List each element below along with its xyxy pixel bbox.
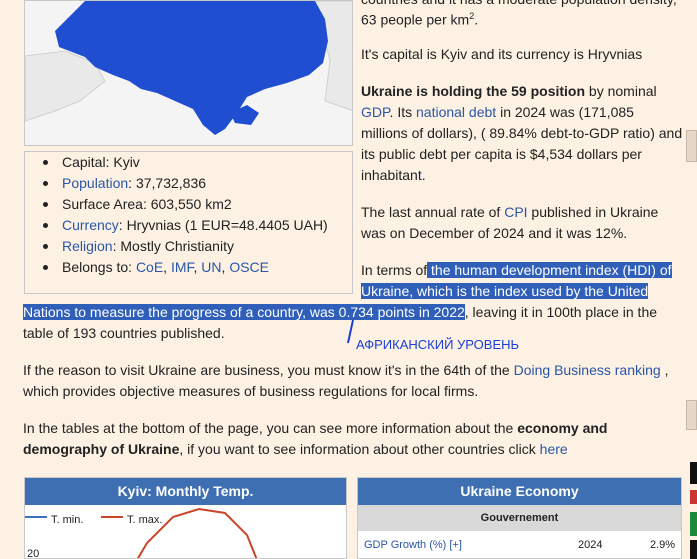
- national-debt-link[interactable]: national debt: [416, 104, 496, 120]
- side-flag-red: [690, 490, 697, 504]
- capital-paragraph: It's capital is Kyiv and its currency is…: [361, 46, 643, 62]
- gdp-growth-link[interactable]: GDP Growth (%) [+]: [364, 538, 462, 552]
- hdi-line-3: Nations to measure the progress of a cou…: [23, 304, 658, 320]
- legend-tmin-label: T. min.: [51, 514, 84, 526]
- gdp-link[interactable]: GDP: [361, 104, 390, 120]
- gdp-growth-year: 2024: [578, 539, 603, 551]
- side-flag-black-2: [690, 540, 697, 559]
- hdi-line-4: table of 193 countries published.: [23, 325, 225, 341]
- intro-line-b: 63 people per km2.: [361, 11, 479, 28]
- gdp-line-5: inhabitant.: [361, 167, 426, 183]
- hdi-line-2: Ukraine, which is the index used by the …: [361, 283, 649, 299]
- hdi-line-1: In terms of the human development index …: [361, 262, 672, 278]
- population-link[interactable]: Population: [62, 175, 128, 191]
- fact-capital: Capital: Kyiv: [33, 152, 140, 173]
- un-link[interactable]: UN: [201, 259, 221, 275]
- fact-surface-area: Surface Area: 603,550 km2: [33, 194, 232, 215]
- osce-link[interactable]: OSCE: [229, 259, 269, 275]
- y-tick-label: 20: [27, 548, 40, 559]
- business-line-1: If the reason to visit Ukraine are busin…: [23, 362, 669, 378]
- right-edge-strip: [684, 0, 697, 559]
- doing-business-link[interactable]: Doing Business ranking: [514, 362, 661, 378]
- tables-line-1: In the tables at the bottom of the page,…: [23, 420, 608, 436]
- annotation-text: АФРИКАНСКИЙ УРОВЕНЬ: [356, 337, 520, 352]
- religion-link[interactable]: Religion: [62, 238, 113, 254]
- gdp-line-3: millions of dollars), ( 89.84% debt-to-G…: [361, 125, 683, 141]
- side-tab-1[interactable]: [686, 130, 697, 162]
- side-flag-green: [690, 512, 697, 536]
- cpi-line-1: The last annual rate of CPI published in…: [361, 204, 659, 220]
- country-facts-box: Capital: Kyiv Population: 37,732,836 Sur…: [24, 151, 353, 294]
- gdp-growth-value: 2.9%: [650, 539, 676, 551]
- gdp-line-4: its public debt per capita is $4,534 dol…: [361, 146, 642, 162]
- cpi-line-2: was on December of 2024 and it was 12%.: [361, 225, 628, 241]
- economy-panel-title: Ukraine Economy: [358, 478, 681, 505]
- fact-currency: Currency: Hryvnias (1 EUR=48.4405 UAH): [33, 215, 328, 236]
- here-link[interactable]: here: [540, 441, 568, 457]
- ukraine-map-svg: [25, 1, 352, 135]
- tables-line-2: demography of Ukraine, if you want to se…: [23, 441, 568, 457]
- gdp-line-1: Ukraine is holding the 59 position by no…: [361, 83, 657, 99]
- ukraine-map: [24, 0, 353, 146]
- currency-link[interactable]: Currency: [62, 217, 119, 233]
- cpi-link[interactable]: CPI: [504, 204, 527, 220]
- fact-belongs-to: Belongs to: CoE, IMF, UN, OSCE: [33, 257, 269, 278]
- fact-population: Population: 37,732,836: [33, 173, 206, 194]
- gdp-line-2: GDP. Its national debt in 2024 was (171,…: [361, 104, 634, 120]
- imf-link[interactable]: IMF: [171, 259, 194, 275]
- monthly-temp-panel: Kyiv: Monthly Temp. T. min. T. max. 20: [24, 477, 347, 559]
- fact-religion: Religion: Mostly Christianity: [33, 236, 234, 257]
- side-tab-2[interactable]: [686, 400, 697, 430]
- legend-tmax-label: T. max.: [127, 514, 163, 526]
- temp-panel-title: Kyiv: Monthly Temp.: [25, 478, 346, 505]
- business-line-2: which provides objective measures of bus…: [23, 383, 479, 399]
- economy-panel: Ukraine Economy Gouvernement GDP Growth …: [357, 477, 682, 559]
- coe-link[interactable]: CoE: [136, 259, 163, 275]
- side-flag-black: [690, 462, 697, 484]
- economy-subheader: Gouvernement: [358, 505, 681, 531]
